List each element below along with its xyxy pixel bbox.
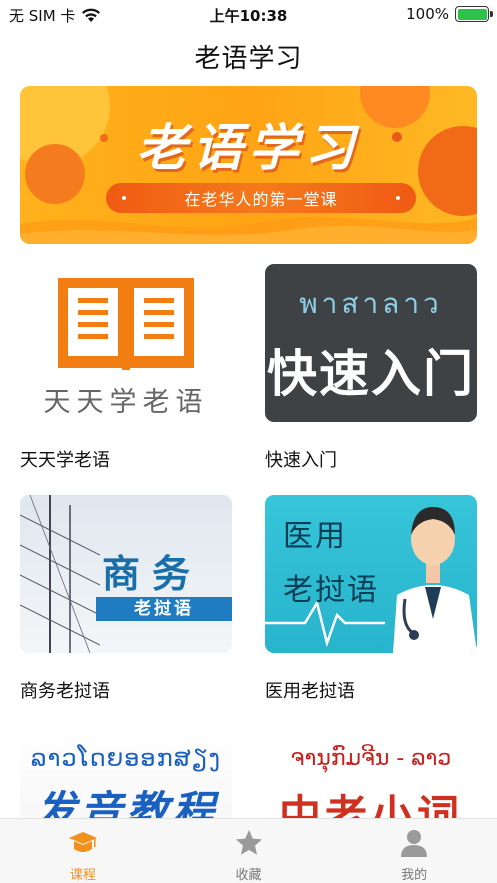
thumbnail-text: 快速入门 (267, 345, 475, 403)
tab-profile[interactable]: 我的 (331, 819, 497, 883)
nav-bar: 老语学习 (0, 28, 497, 84)
tab-label: 收藏 (235, 868, 262, 883)
tab-courses[interactable]: 课程 (0, 819, 166, 883)
course-title[interactable]: 快速入门 (265, 446, 477, 472)
course-title[interactable]: 商务老挝语 (20, 677, 232, 703)
status-right: 100% (406, 5, 493, 23)
thumbnail-text: 发音教程 (33, 787, 218, 818)
course-card[interactable]: ລາວໂດຍອອກສຽງ 发音教程 (20, 726, 232, 818)
battery-percent: 100% (406, 5, 449, 23)
battery-fill (457, 8, 487, 20)
banner-title: 老语学习 (136, 119, 361, 177)
course-card[interactable]: 天天学老语 天天学老语 (20, 264, 232, 472)
thumbnail-subtext: 老挝语 (283, 573, 379, 608)
thumbnail-lao-text: พาสาลาว (299, 287, 443, 320)
thumbnail-lao-text: ຈານຸກົມຈີນ - ລາວ (290, 746, 452, 771)
thumbnail-text: 天天学老语 (43, 387, 209, 418)
course-title[interactable]: 医用老挝语 (265, 677, 477, 703)
course-card[interactable]: 商务 老挝语 商务老挝语 (20, 495, 232, 703)
thumbnail-text: 商务 (102, 552, 203, 596)
battery-icon (455, 6, 493, 22)
thumbnail-text: 医用 (283, 519, 347, 554)
thumbnail-text: 中老小词典 (278, 791, 463, 818)
course-thumbnail[interactable]: 商务 老挝语 (20, 495, 232, 653)
tab-bar: 课程 收藏 我的 (0, 818, 497, 883)
tab-favorites[interactable]: 收藏 (166, 819, 332, 883)
page-title: 老语学习 (194, 43, 303, 74)
tab-label: 我的 (401, 868, 428, 883)
course-card[interactable]: ຈານຸກົມຈີນ - ລາວ 中老小词典 (265, 726, 477, 818)
course-thumbnail[interactable]: ຈານຸກົມຈີນ - ລາວ 中老小词典 (265, 726, 477, 818)
course-list[interactable]: 老语学习 在老华人的第一堂课 天天学老语 天天学老语 พาสาลาว 快速入门 … (0, 84, 497, 818)
course-thumbnail[interactable]: ລາວໂດຍອອກສຽງ 发音教程 (20, 726, 232, 818)
ship-mast-illustration (20, 495, 100, 653)
thumbnail-subtext: 老挝语 (96, 597, 232, 621)
course-card[interactable]: พาสาลาว 快速入门 快速入门 (265, 264, 477, 472)
status-bar: 无 SIM 卡 上午10:38 100% (0, 0, 497, 28)
course-thumbnail[interactable]: 天天学老语 (20, 264, 232, 422)
banner-subtitle: 在老华人的第一堂课 (106, 183, 416, 213)
course-card[interactable]: 医用 老挝语 医用老挝语 (265, 495, 477, 703)
tab-label: 课程 (69, 868, 96, 883)
person-icon (401, 830, 428, 857)
promo-banner[interactable]: 老语学习 在老华人的第一堂课 (20, 86, 477, 244)
book-icon (58, 278, 194, 370)
course-title[interactable]: 天天学老语 (20, 446, 232, 472)
course-thumbnail[interactable]: 医用 老挝语 (265, 495, 477, 653)
course-thumbnail[interactable]: พาสาลาว 快速入门 (265, 264, 477, 422)
star-icon (235, 830, 262, 855)
graduation-cap-icon (68, 832, 97, 852)
thumbnail-lao-text: ລາວໂດຍອອກສຽງ (30, 744, 222, 772)
